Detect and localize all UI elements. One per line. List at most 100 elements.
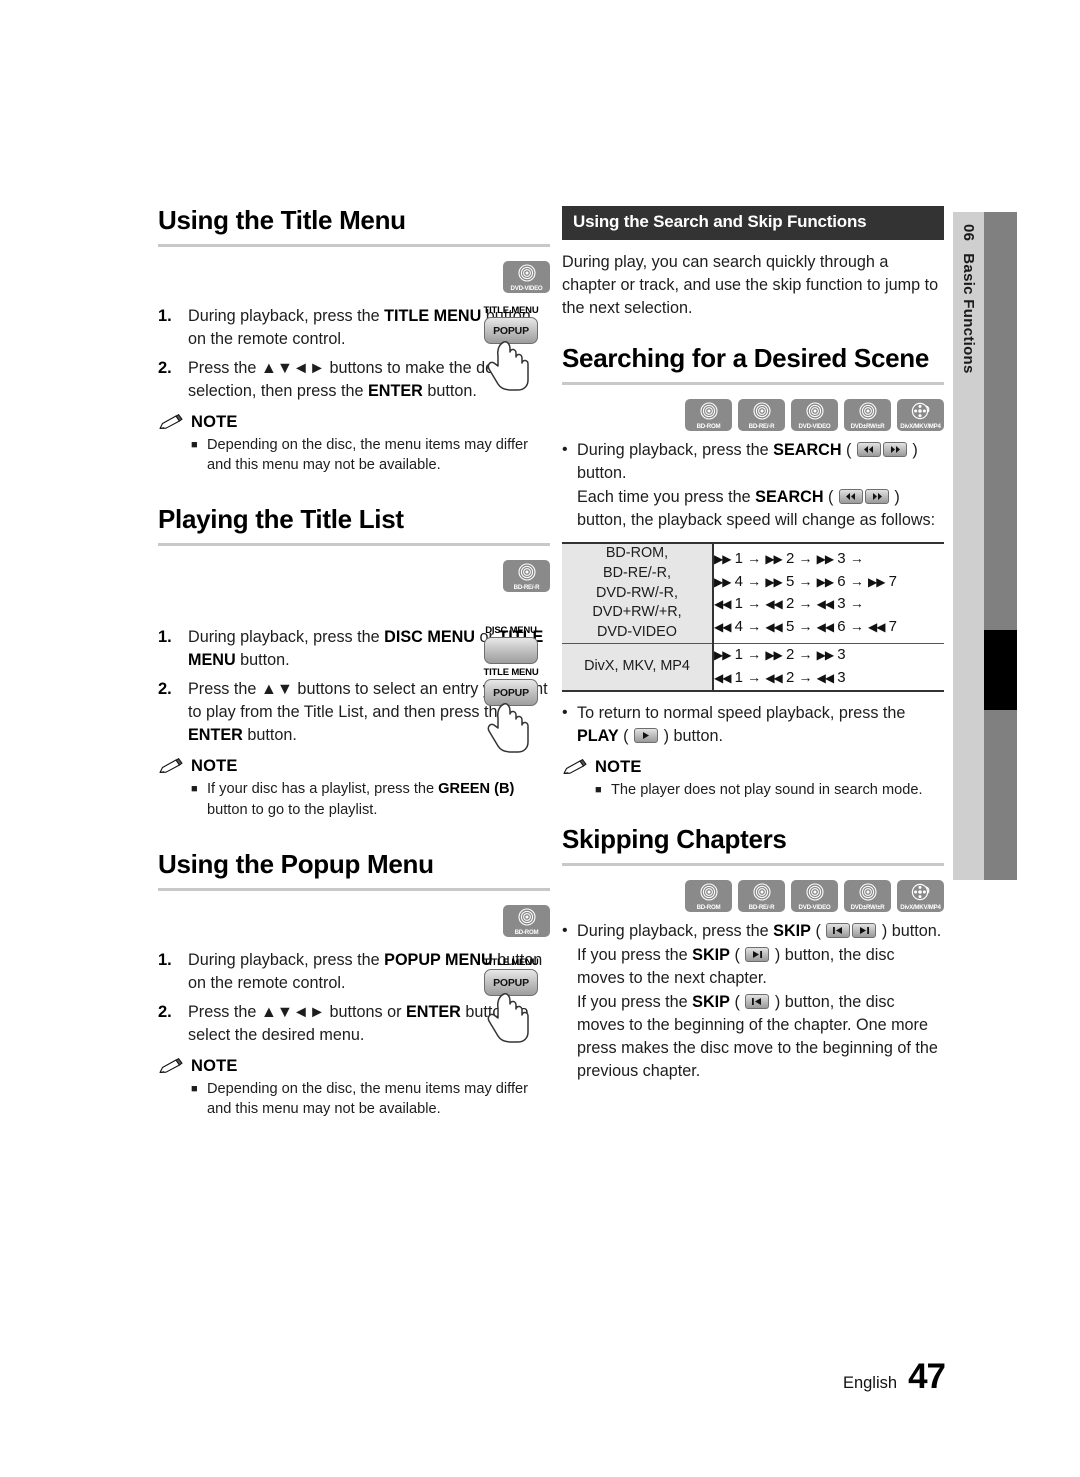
note-text: The player does not play sound in search… [611, 781, 923, 798]
arrow-icon: → [798, 595, 813, 612]
rewind-key-icon[interactable] [838, 488, 863, 504]
fast-forward-key-icon[interactable] [882, 441, 907, 457]
rewind-icon: ◀◀ [714, 597, 731, 612]
chapter-index-tab: 06 Basic Functions [953, 212, 1017, 880]
play-key-icon[interactable] [634, 727, 659, 743]
footer-page-number: 47 [908, 1357, 946, 1396]
rewind-key-icon[interactable] [856, 441, 881, 457]
arrow-icon: → [798, 572, 813, 589]
fast-forward-icon: ▶▶ [816, 648, 834, 663]
disc-icon-caption: BD-ROM [514, 928, 539, 936]
bullet-return-normal-speed: • To return to normal speed playback, pr… [562, 702, 944, 748]
disc-type-line: DVD-VIDEO [597, 624, 677, 641]
rewind-icon: ◀◀ [765, 620, 782, 635]
step-number: 1. [158, 950, 172, 969]
hand-pointer-icon [474, 702, 548, 759]
disc-icon-caption: BD-ROM [696, 422, 721, 430]
rewind-icon: ◀◀ [816, 670, 834, 685]
disc-type-line: BD-ROM, [605, 544, 669, 561]
note-label: NOTE [191, 413, 238, 432]
skip-previous-key-icon[interactable] [826, 923, 851, 939]
step-number: 2. [158, 680, 172, 699]
rewind-icon: ◀◀ [816, 597, 834, 612]
updown-arrows-icon: ▲▼ [260, 680, 293, 699]
note-text: Depending on the disc, the menu items ma… [207, 437, 528, 474]
arrow-icon: → [747, 668, 762, 685]
heading-searching-desired-scene: Searching for a Desired Scene [562, 342, 930, 373]
disc-icon-dvd-video: DVD-VIDEO [791, 880, 838, 913]
disc-icon-bd-re-r: BD-RE/-R [738, 398, 785, 431]
disc-icon-caption: BD-RE/-R [513, 584, 540, 592]
fast-forward-icon: ▶▶ [765, 574, 782, 589]
rewind-icon: ◀◀ [714, 620, 731, 635]
note-header: NOTE [562, 758, 944, 777]
skip-next-key-icon[interactable] [852, 923, 877, 939]
step-number: 1. [158, 307, 172, 326]
note-header: NOTE [158, 413, 550, 432]
bullet-text: During playback, press the SKIP ( ) butt… [577, 922, 942, 941]
arrow-icon: → [849, 549, 864, 566]
chapter-title: Basic Functions [960, 253, 977, 374]
heading-rule [158, 887, 550, 891]
heading-rule [158, 543, 550, 547]
note-item: ■ The player does not play sound in sear… [595, 780, 944, 801]
disc-icon-caption: DVD-VIDEO [510, 285, 543, 293]
note-header: NOTE [158, 757, 550, 776]
fast-forward-icon: ▶▶ [816, 551, 834, 566]
remote-art-title-menu: TITLE MENU POPUP [474, 305, 548, 397]
disc-icon-row-search: BD-ROM BD-RE/-R DVD-VIDEO DVD±RW/±R DivX… [562, 398, 944, 431]
note-header: NOTE [158, 1057, 550, 1076]
chapter-tab-marker [984, 630, 1017, 710]
pencil-icon [158, 414, 184, 431]
note-text: Depending on the disc, the menu items ma… [207, 1080, 528, 1117]
arrow-icon: → [798, 668, 813, 685]
table-cell-speed-sequence: ▶▶ 1 → ▶▶ 2 → ▶▶ 3 ◀◀ 1 → ◀◀ 2 → ◀◀ 3 [713, 643, 944, 691]
arrow-icon: → [849, 618, 864, 635]
step-number: 1. [158, 628, 172, 647]
arrow-icon: → [747, 572, 762, 589]
sub-paragraph-search-speed: Each time you press the SEARCH ( ) butto… [577, 487, 936, 529]
disc-icon-row-title-menu: DVD-VIDEO [158, 261, 550, 294]
table-row: BD-ROM, BD-RE/-R, DVD-RW/-R, DVD+RW/+R, … [562, 542, 944, 644]
speed-sequence-line: ◀◀ 1 → ◀◀ 2 → ◀◀ 3 [714, 668, 846, 686]
page-footer: English 47 [843, 1357, 946, 1397]
note-label: NOTE [191, 757, 238, 776]
note-text: If your disc has a playlist, press the G… [207, 781, 515, 818]
disc-icon-row-skip: BD-ROM BD-RE/-R DVD-VIDEO DVD±RW/±R DivX… [562, 880, 944, 913]
disc-icon-dvd-rw-r: DVD±RW/±R [844, 880, 891, 913]
disc-icon-bd-re-r: BD-RE/-R [738, 880, 785, 913]
intro-paragraph: During play, you can search quickly thro… [562, 252, 939, 317]
disc-icon-caption: DVD-VIDEO [798, 422, 831, 430]
skip-previous-key-icon[interactable] [745, 994, 770, 1010]
pencil-icon [158, 1057, 184, 1075]
bullet-icon: • [562, 440, 568, 458]
skip-next-key-icon[interactable] [745, 947, 770, 963]
banner-search-skip-functions: Using the Search and Skip Functions [562, 206, 944, 240]
sub-paragraph-skip-next: If you press the SKIP ( ) button, the di… [577, 946, 895, 988]
arrow-icon: → [747, 618, 762, 635]
disc-icon-row-title-list: BD-RE/-R [158, 560, 550, 593]
disc-icon-row-popup-menu: BD-ROM [158, 904, 550, 937]
arrow-icon: → [798, 549, 813, 566]
manual-page: 06 Basic Functions Using the Title Menu D… [0, 0, 1080, 1477]
rewind-icon: ◀◀ [867, 620, 885, 635]
fast-forward-key-icon[interactable] [864, 488, 889, 504]
disc-type-line: DVD+RW/+R, [592, 604, 682, 621]
note-item: ■ If your disc has a playlist, press the… [191, 779, 550, 819]
disc-icon-bd-rom: BD-ROM [503, 904, 550, 937]
fast-forward-icon: ▶▶ [714, 574, 731, 589]
note-bullet-icon: ■ [595, 783, 602, 796]
chapter-number: 06 [960, 224, 977, 242]
remote-disc-menu-button[interactable] [484, 637, 538, 664]
disc-icon-bd-re-r: BD-RE/-R [503, 560, 550, 593]
heading-skipping-chapters: Skipping Chapters [562, 824, 787, 855]
heading-rule [562, 863, 944, 867]
table-cell-disc-types: BD-ROM, BD-RE/-R, DVD-RW/-R, DVD+RW/+R, … [562, 542, 714, 644]
note-bullet-icon: ■ [191, 1082, 198, 1095]
pencil-icon [158, 758, 184, 775]
speed-sequence-line: ▶▶ 1 → ▶▶ 2 → ▶▶ 3 [714, 646, 846, 664]
heading-using-popup-menu: Using the Popup Menu [158, 848, 434, 879]
disc-icon-divx-mkv-mp4: DivX/MKV/MP4 [897, 880, 944, 913]
disc-icon-caption: DVD±RW/±R [850, 904, 885, 912]
bullet-search-press: • During playback, press the SEARCH ( ) … [562, 439, 944, 485]
